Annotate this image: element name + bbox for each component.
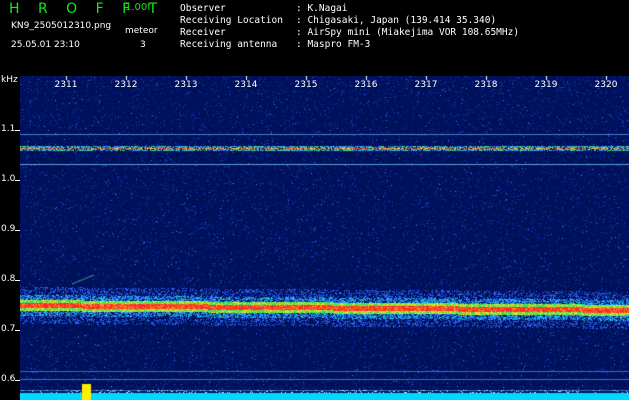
x-tick-label: 2316 bbox=[354, 80, 378, 90]
info-value: : Maspro FM-3 bbox=[296, 39, 371, 50]
meteor-label: meteor bbox=[125, 26, 158, 36]
meteor-count: 3 bbox=[140, 40, 146, 50]
info-key: Receiver bbox=[180, 27, 226, 38]
info-row-receiver: Receiver : AirSpy mini (Miakejima VOR 108… bbox=[180, 28, 519, 38]
y-tick-label: 1.0 bbox=[1, 174, 16, 184]
y-tick-label: 0.9 bbox=[1, 224, 16, 234]
info-key: Receiving antenna bbox=[180, 39, 278, 50]
spectrogram-plot[interactable]: 2311 2312 2313 2314 2315 2316 2317 2318 … bbox=[20, 76, 629, 400]
date-time: 25.05.01 23:10 bbox=[11, 40, 80, 50]
header-panel: H R O F F T 1.00f KN9_2505012310.png met… bbox=[0, 0, 629, 76]
y-tick-label: 1.1 bbox=[1, 124, 16, 134]
info-row-antenna: Receiving antenna : Maspro FM-3 bbox=[180, 40, 370, 50]
info-value: : Chigasaki, Japan (139.414 35.340) bbox=[296, 15, 497, 26]
y-tick-label: 0.8 bbox=[1, 274, 16, 284]
info-key: Receiving Location bbox=[180, 15, 283, 26]
info-value: : AirSpy mini (Miakejima VOR 108.65MHz) bbox=[296, 27, 520, 38]
x-tick-label: 2315 bbox=[294, 80, 318, 90]
x-tick-label: 2319 bbox=[534, 80, 558, 90]
x-tick-label: 2312 bbox=[114, 80, 138, 90]
x-tick-label: 2317 bbox=[414, 80, 438, 90]
x-tick-label: 2313 bbox=[174, 80, 198, 90]
info-row-observer: Observer : K.Nagai bbox=[180, 4, 347, 14]
y-axis-unit: kHz bbox=[1, 75, 18, 85]
info-value: : K.Nagai bbox=[296, 3, 348, 14]
x-tick-label: 2311 bbox=[54, 80, 78, 90]
file-name: KN9_2505012310.png bbox=[11, 21, 112, 31]
y-tick-label: 0.6 bbox=[1, 374, 16, 384]
app-version: 1.00f bbox=[125, 2, 151, 13]
info-key: Observer bbox=[180, 3, 226, 14]
frequency-axis: kHz 1.1 1.0 0.9 0.8 0.7 0.6 bbox=[0, 76, 20, 400]
info-row-location: Receiving Location : Chigasaki, Japan (13… bbox=[180, 16, 496, 26]
x-tick-label: 2320 bbox=[594, 80, 618, 90]
x-tick-label: 2318 bbox=[474, 80, 498, 90]
spectrogram-canvas bbox=[20, 76, 629, 400]
x-tick-label: 2314 bbox=[234, 80, 258, 90]
y-tick-label: 0.7 bbox=[1, 324, 16, 334]
